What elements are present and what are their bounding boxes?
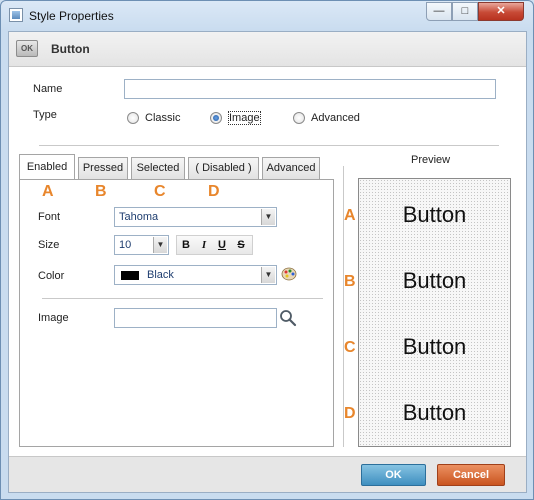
chevron-down-icon[interactable]: ▼ <box>261 267 275 283</box>
preview-letter-b: B <box>344 273 356 290</box>
preview-letter-c: C <box>344 339 356 356</box>
type-image-radio[interactable] <box>210 112 222 124</box>
type-classic-label[interactable]: Classic <box>145 112 180 124</box>
chevron-down-icon[interactable]: ▼ <box>153 237 167 253</box>
preview-button-enabled: Button <box>402 202 467 227</box>
style-properties-window: Style Properties — □ ✕ OK Button Name Ty… <box>0 0 534 500</box>
tab-selected[interactable]: Selected <box>131 157 185 179</box>
title-bar[interactable]: Style Properties — □ ✕ <box>1 1 533 31</box>
maximize-button[interactable]: □ <box>452 2 478 21</box>
tab-advanced[interactable]: Advanced <box>262 157 320 179</box>
chevron-down-icon[interactable]: ▼ <box>261 209 275 225</box>
preview-label: Preview <box>411 154 451 166</box>
color-value: Black <box>147 269 174 281</box>
size-label: Size <box>38 239 60 251</box>
ok-button[interactable]: OK <box>361 464 426 486</box>
dialog-body: OK Button Name Type Classic Image Advanc… <box>8 31 527 493</box>
panel-separator <box>42 298 323 299</box>
preview-letter-d: D <box>344 405 356 422</box>
tab-pressed[interactable]: Pressed <box>78 157 128 179</box>
window-title: Style Properties <box>29 9 114 23</box>
tab-disabled[interactable]: ( Disabled ) <box>188 157 259 179</box>
preview-button-pressed: Button <box>402 268 467 293</box>
dialog-footer: OK Cancel <box>9 456 526 492</box>
separator <box>39 145 499 146</box>
color-label: Color <box>38 270 65 282</box>
font-label: Font <box>38 211 61 223</box>
strikethrough-button[interactable]: S <box>233 237 249 254</box>
header-title: Button <box>51 42 90 56</box>
state-letter-a: A <box>42 183 54 200</box>
size-value: 10 <box>119 239 132 251</box>
font-value: Tahoma <box>119 211 159 223</box>
preview-letter-a: A <box>344 207 356 224</box>
cancel-button[interactable]: Cancel <box>437 464 505 486</box>
dialog-header: OK Button <box>9 32 526 67</box>
type-label: Type <box>33 109 57 121</box>
type-classic-radio[interactable] <box>127 112 139 124</box>
preview-button-disabled: Button <box>402 400 467 425</box>
preview-pane: Button Button Button Button <box>358 178 511 447</box>
state-letter-b: B <box>95 183 107 200</box>
font-select[interactable]: Tahoma ▼ <box>114 207 277 227</box>
button-control-icon: OK <box>16 40 38 57</box>
window-icon <box>9 8 23 22</box>
search-icon[interactable] <box>279 309 297 327</box>
image-input[interactable] <box>114 308 277 328</box>
bold-button[interactable]: B <box>178 237 194 254</box>
italic-button[interactable]: I <box>196 237 212 254</box>
size-select[interactable]: 10 ▼ <box>114 235 169 255</box>
underline-button[interactable]: U <box>214 237 230 254</box>
color-select[interactable]: Black ▼ <box>114 265 277 285</box>
type-advanced-label[interactable]: Advanced <box>311 112 360 124</box>
image-label: Image <box>38 312 69 324</box>
preview-button-selected: Button <box>402 334 467 359</box>
name-input[interactable] <box>124 79 496 99</box>
state-letter-c: C <box>154 183 166 200</box>
color-swatch <box>121 271 139 280</box>
state-letter-d: D <box>208 183 220 200</box>
color-palette-icon[interactable] <box>281 267 297 281</box>
tab-enabled[interactable]: Enabled <box>19 154 75 179</box>
name-label: Name <box>33 83 63 95</box>
type-image-label[interactable]: Image <box>228 111 261 125</box>
type-advanced-radio[interactable] <box>293 112 305 124</box>
close-button[interactable]: ✕ <box>478 2 524 21</box>
minimize-button[interactable]: — <box>426 2 452 21</box>
